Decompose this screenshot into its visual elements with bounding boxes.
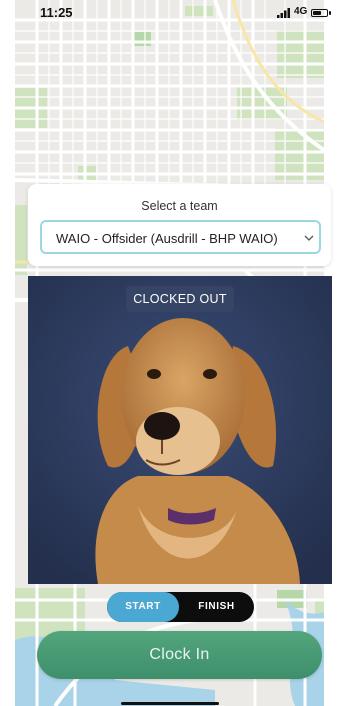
shift-toggle: START FINISH — [107, 592, 254, 622]
status-time: 11:25 — [40, 5, 73, 20]
team-selector-card: Select a team WAIO - Offsider (Ausdrill … — [28, 184, 331, 266]
start-toggle-button[interactable]: START — [107, 592, 179, 622]
team-selector-title: Select a team — [141, 199, 218, 213]
battery-icon — [311, 9, 328, 17]
chevron-down-icon — [304, 235, 314, 241]
cellular-signal-icon — [277, 8, 290, 18]
home-indicator[interactable] — [121, 702, 219, 705]
battery-cap — [329, 11, 331, 15]
network-type: 4G — [294, 6, 308, 17]
clock-in-button[interactable]: Clock In — [37, 631, 322, 679]
profile-photo — [28, 276, 332, 584]
finish-toggle-button[interactable]: FINISH — [179, 592, 254, 622]
selected-team: WAIO - Offsider (Ausdrill - BHP WAIO) — [56, 231, 278, 246]
dog-photo-illustration — [28, 276, 332, 584]
clock-status-badge: CLOCKED OUT — [126, 286, 234, 312]
team-select-dropdown[interactable]: WAIO - Offsider (Ausdrill - BHP WAIO) — [40, 220, 321, 254]
battery-level — [313, 11, 321, 15]
status-bar: 11:25 4G — [0, 0, 339, 22]
